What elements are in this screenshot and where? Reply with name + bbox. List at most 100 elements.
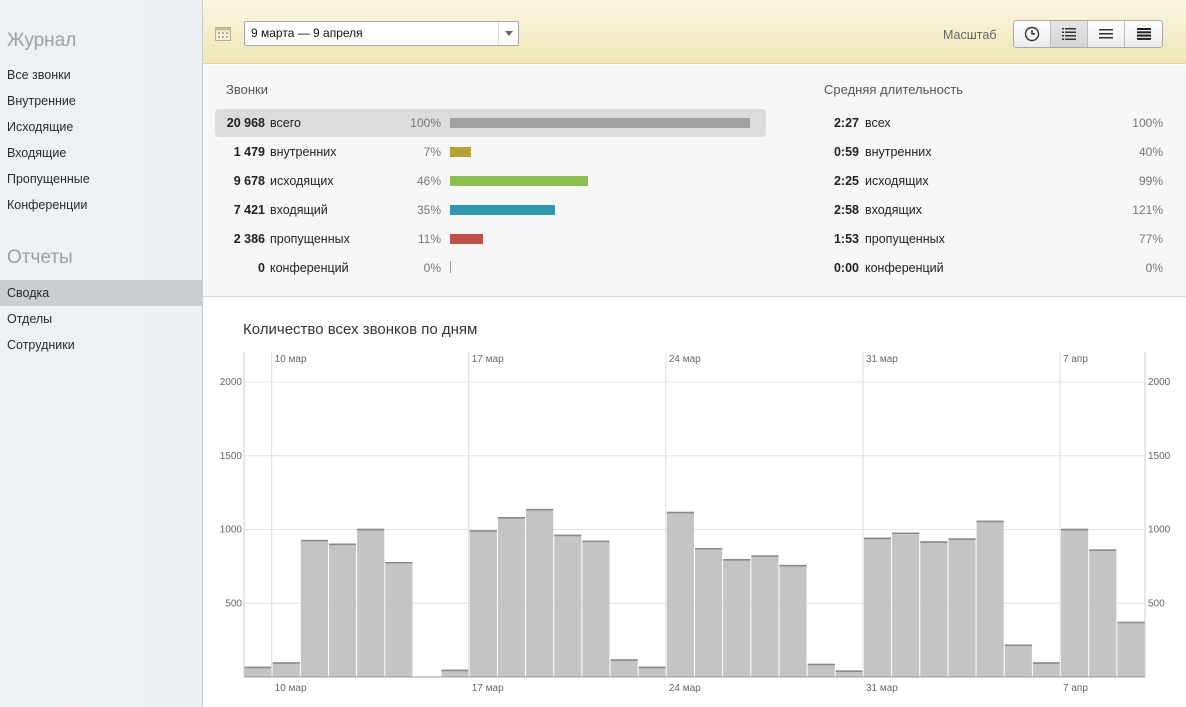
scale-button-clock[interactable]	[1014, 21, 1051, 47]
nav-internal[interactable]: Внутренние	[0, 88, 202, 114]
toolbar: 9 марта — 9 апреля Масштаб	[203, 0, 1186, 64]
duration-percent: 40%	[1138, 145, 1163, 159]
duration-label: входящих	[865, 203, 923, 217]
calls-row[interactable]: 1 479 внутренних 7%	[215, 138, 766, 166]
calls-row[interactable]: 20 968 всего 100%	[215, 109, 766, 137]
scale-button-compact[interactable]	[1125, 21, 1162, 47]
calls-bar	[450, 234, 483, 244]
chart-bar	[1089, 549, 1117, 677]
chart-bar	[751, 555, 779, 677]
x-tick-label-top: 24 мар	[669, 354, 701, 365]
duration-value: 1:53	[833, 232, 859, 246]
calls-row[interactable]: 0 конференций 0%	[215, 254, 766, 282]
calls-label: конференций	[270, 261, 349, 275]
nav-outgoing[interactable]: Исходящие	[0, 114, 202, 140]
chart-bar	[948, 538, 976, 677]
list-medium-icon	[1099, 29, 1113, 39]
chart-bar	[554, 534, 582, 677]
calls-percent: 46%	[416, 174, 441, 188]
reports-nav: Сводка Отделы Сотрудники	[0, 280, 202, 358]
duration-percent: 77%	[1138, 232, 1163, 246]
duration-label: внутренних	[865, 145, 932, 159]
nav-all-calls[interactable]: Все звонки	[0, 62, 202, 88]
y-tick-label-left: 1000	[220, 525, 243, 536]
list-compact-icon	[1136, 28, 1151, 40]
duration-value: 2:25	[833, 174, 859, 188]
chart-bar	[582, 540, 610, 677]
chart-bar	[300, 539, 328, 677]
chart-bar	[863, 537, 892, 677]
scale-button-group	[1013, 20, 1163, 48]
duration-label: конференций	[865, 261, 944, 275]
calls-bar	[450, 176, 588, 186]
duration-row: 0:59 внутренних 40%	[813, 138, 1163, 166]
duration-value: 0:59	[833, 145, 859, 159]
chart-bar	[272, 662, 300, 677]
calls-label: исходящих	[270, 174, 334, 188]
calls-label: внутренних	[270, 145, 337, 159]
calls-row[interactable]: 9 678 исходящих 46%	[215, 167, 766, 195]
y-tick-label-right: 1500	[1148, 451, 1171, 462]
scale-button-medium[interactable]	[1088, 21, 1125, 47]
calls-row[interactable]: 7 421 входящий 35%	[215, 196, 766, 224]
calls-count: 2 386	[233, 232, 265, 246]
x-tick-label-bottom: 17 мар	[472, 683, 504, 694]
calls-count: 1 479	[233, 145, 265, 159]
duration-title: Средняя длительность	[824, 82, 964, 97]
nav-incoming[interactable]: Входящие	[0, 140, 202, 166]
calls-bar	[450, 118, 750, 128]
duration-row: 2:27 всех 100%	[813, 109, 1163, 137]
nav-employees[interactable]: Сотрудники	[0, 332, 202, 358]
calendar-icon[interactable]	[215, 25, 231, 41]
chart-bar	[695, 547, 723, 677]
calls-bar	[450, 147, 471, 157]
x-tick-label-top: 7 апр	[1063, 354, 1088, 365]
duration-percent: 0%	[1145, 261, 1163, 275]
chart-bar	[920, 541, 948, 677]
calls-title: Звонки	[226, 82, 268, 97]
calls-row[interactable]: 2 386 пропущенных 11%	[215, 225, 766, 253]
duration-row: 2:58 входящих 121%	[813, 196, 1163, 224]
duration-label: всех	[865, 116, 891, 130]
journal-nav: Все звонки Внутренние Исходящие Входящие…	[0, 62, 202, 218]
duration-row: 1:53 пропущенных 77%	[813, 225, 1163, 253]
x-tick-label-bottom: 31 мар	[866, 683, 898, 694]
y-tick-label-left: 2000	[220, 377, 243, 388]
calls-percent: 11%	[417, 232, 441, 246]
chevron-down-icon[interactable]	[498, 22, 518, 45]
x-tick-label-bottom: 24 мар	[669, 683, 701, 694]
chart-bar	[610, 659, 638, 677]
chart-bar	[1032, 662, 1061, 677]
chart-bar	[666, 511, 694, 677]
nav-summary[interactable]: Сводка	[0, 280, 202, 306]
duration-percent: 99%	[1138, 174, 1163, 188]
chart-bar	[892, 532, 920, 677]
scale-button-detailed[interactable]	[1051, 21, 1088, 47]
scale-label: Масштаб	[943, 28, 997, 42]
duration-label: исходящих	[865, 174, 929, 188]
chart-bar	[357, 528, 385, 677]
duration-percent: 121%	[1132, 203, 1163, 217]
duration-label: пропущенных	[865, 232, 945, 246]
date-range-value: 9 марта — 9 апреля	[251, 26, 363, 40]
nav-missed[interactable]: Пропущенные	[0, 166, 202, 192]
calls-per-day-chart: 500 500 1000 1000 1500 1500 2000 2000 10 мар 10 м…	[220, 352, 1171, 694]
chart-bar	[1004, 644, 1032, 677]
y-tick-label-right: 2000	[1148, 377, 1171, 388]
chart-bar	[497, 516, 526, 677]
stats-panel: Звонки Средняя длительность 20 968 всего 1…	[203, 65, 1186, 297]
chart-bar	[328, 543, 357, 677]
date-range-select[interactable]: 9 марта — 9 апреля	[244, 21, 519, 46]
calls-count: 7 421	[233, 203, 265, 217]
y-tick-label-left: 500	[225, 598, 242, 609]
calls-label: всего	[270, 116, 301, 130]
chart-bar	[469, 530, 497, 677]
calls-count: 0	[258, 261, 265, 275]
x-tick-label-top: 17 мар	[472, 354, 504, 365]
main-panel: 9 марта — 9 апреля Масштаб Звонки Средня…	[202, 0, 1186, 707]
nav-departments[interactable]: Отделы	[0, 306, 202, 332]
nav-conferences[interactable]: Конференции	[0, 192, 202, 218]
y-tick-label-right: 1000	[1148, 525, 1171, 536]
calls-count: 9 678	[233, 174, 265, 188]
y-tick-label-right: 500	[1148, 598, 1165, 609]
